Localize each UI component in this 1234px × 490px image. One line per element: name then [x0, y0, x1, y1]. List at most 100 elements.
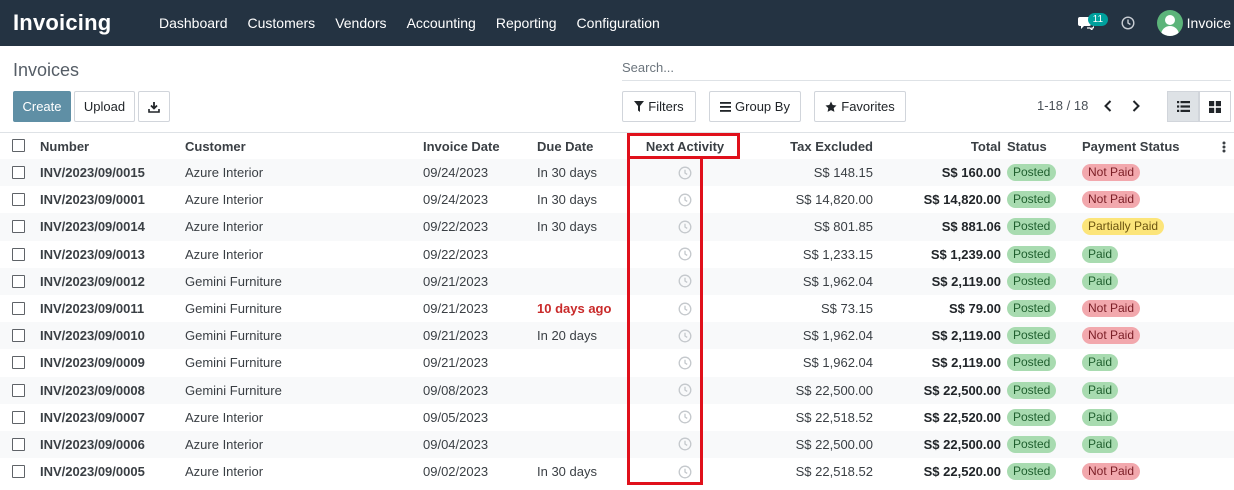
row-checkbox[interactable] [12, 274, 25, 288]
payment-status-badge: Not Paid [1082, 322, 1141, 349]
row-checkbox[interactable] [12, 356, 25, 370]
grid-icon [1209, 100, 1221, 113]
status-badge: Posted [1007, 404, 1057, 431]
row-checkbox[interactable] [12, 193, 25, 207]
payment-status-label: Partially Paid [1082, 218, 1165, 236]
customer-name: Gemini Furniture [185, 273, 282, 289]
payment-status-label: Not Paid [1082, 300, 1141, 318]
status-badge-label: Posted [1007, 272, 1057, 290]
status-badge: Posted [1007, 377, 1057, 404]
row-checkbox[interactable] [12, 410, 25, 424]
invoice-number: INV/2023/09/0007 [40, 409, 145, 425]
payment-status-badge: Not Paid [1082, 186, 1141, 213]
due-date: 10 days ago [537, 301, 612, 317]
column-header-due-date[interactable]: Due Date [537, 133, 593, 159]
customer-name: Azure Interior [185, 464, 264, 480]
create-button[interactable]: Create [13, 91, 71, 122]
payment-status-badge: Paid [1082, 404, 1119, 431]
customer-name: Azure Interior [185, 436, 264, 452]
kanban-view-button[interactable] [1199, 91, 1231, 122]
customer-name: Gemini Furniture [185, 301, 282, 317]
filters-button[interactable]: Filters [622, 91, 696, 122]
upload-button[interactable]: Upload [74, 91, 135, 122]
menu-vendors[interactable]: Vendors [335, 15, 386, 31]
menu-configuration[interactable]: Configuration [577, 15, 660, 31]
status-badge: Posted [1007, 213, 1057, 240]
payment-status-label: Not Paid [1082, 463, 1141, 481]
status-badge-label: Posted [1007, 218, 1057, 236]
menu-customers[interactable]: Customers [248, 15, 316, 31]
view-switcher [1167, 91, 1231, 122]
row-checkbox[interactable] [12, 329, 25, 343]
table-row[interactable]: INV/2023/09/0013 Azure Interior 09/22/2023… [0, 241, 1234, 268]
table-row[interactable]: INV/2023/09/0012 Gemini Furniture 09/21/20… [0, 267, 1234, 295]
favorites-button[interactable]: Favorites [814, 91, 906, 122]
chevron-left-icon[interactable] [1103, 100, 1113, 112]
menu-dashboard[interactable]: Dashboard [159, 15, 228, 31]
status-badge-label: Posted [1007, 435, 1057, 453]
messaging-menu[interactable]: 11 [1072, 0, 1112, 46]
row-checkbox[interactable] [12, 301, 25, 315]
table-row[interactable]: INV/2023/09/0009 Gemini Furniture 09/21/20… [0, 349, 1234, 376]
column-header-total[interactable]: Total [873, 133, 1001, 159]
table-row[interactable]: INV/2023/09/0008 Gemini Furniture 09/08/20… [0, 376, 1234, 404]
payment-status-label: Paid [1082, 245, 1119, 263]
payment-status-label: Paid [1082, 435, 1119, 453]
table-row[interactable]: INV/2023/09/0015 Azure Interior 09/24/2023… [0, 159, 1234, 187]
app-title[interactable]: Invoicing [13, 10, 159, 36]
status-badge-label: Posted [1007, 245, 1057, 263]
payment-status-label: Paid [1082, 381, 1119, 399]
row-checkbox[interactable] [12, 220, 25, 234]
row-checkbox[interactable] [12, 247, 25, 261]
total-amount: S$ 881.06 [941, 219, 1001, 235]
table-row[interactable]: INV/2023/09/0014 Azure Interior 09/22/2023… [0, 213, 1234, 241]
menu-accounting[interactable]: Accounting [407, 15, 476, 31]
customer-name: Azure Interior [185, 409, 264, 425]
column-header-status[interactable]: Status [1007, 133, 1047, 159]
chevron-right-icon[interactable] [1131, 100, 1141, 112]
tax-excluded-amount: S$ 14,820.00 [795, 192, 873, 208]
menu-reporting[interactable]: Reporting [496, 15, 557, 31]
column-header-invoice-date[interactable]: Invoice Date [423, 133, 500, 159]
invoice-number: INV/2023/09/0011 [40, 301, 145, 317]
search-input[interactable] [622, 60, 1231, 75]
payment-status-badge: Paid [1082, 241, 1119, 268]
total-amount: S$ 22,520.00 [923, 464, 1001, 480]
column-header-tax-excluded[interactable]: Tax Excluded [740, 133, 873, 159]
table-row[interactable]: INV/2023/09/0005 Azure Interior 09/02/2023… [0, 458, 1234, 485]
invoice-date: 09/21/2023 [423, 355, 489, 371]
table-row[interactable]: INV/2023/09/0011 Gemini Furniture 09/21/20… [0, 295, 1234, 322]
status-badge: Posted [1007, 295, 1057, 322]
invoice-number: INV/2023/09/0008 [40, 382, 145, 398]
column-header-payment-status[interactable]: Payment Status [1082, 133, 1180, 159]
row-checkbox[interactable] [12, 166, 25, 179]
invoice-date: 09/21/2023 [423, 273, 489, 289]
download-icon [148, 101, 160, 113]
column-header-customer[interactable]: Customer [185, 133, 246, 159]
customer-name: Azure Interior [185, 219, 264, 235]
main-menu: Dashboard Customers Vendors Accounting R… [159, 0, 680, 46]
due-date: In 20 days [537, 328, 597, 344]
table-row[interactable]: INV/2023/09/0006 Azure Interior 09/04/2023… [0, 430, 1234, 459]
status-badge-label: Posted [1007, 381, 1057, 399]
select-all-checkbox[interactable] [12, 139, 25, 152]
row-checkbox[interactable] [12, 465, 25, 479]
export-button[interactable] [138, 91, 170, 122]
tax-excluded-amount: S$ 22,518.52 [795, 409, 873, 425]
status-badge-label: Posted [1007, 191, 1057, 209]
payment-status-label: Paid [1082, 408, 1119, 426]
table-row[interactable]: INV/2023/09/0010 Gemini Furniture 09/21/20… [0, 322, 1234, 350]
activity-menu[interactable] [1112, 0, 1152, 46]
pager-value[interactable]: 1-18 / 18 [1037, 98, 1088, 113]
table-row[interactable]: INV/2023/09/0001 Azure Interior 09/24/2023… [0, 186, 1234, 213]
table-row[interactable]: INV/2023/09/0007 Azure Interior 09/05/2023… [0, 404, 1234, 431]
status-badge-label: Posted [1007, 327, 1057, 345]
column-header-number[interactable]: Number [40, 133, 89, 159]
optional-columns-icon[interactable] [1222, 141, 1226, 153]
row-checkbox[interactable] [12, 437, 25, 451]
user-menu[interactable]: Invoice [1156, 0, 1234, 46]
row-checkbox[interactable] [12, 383, 25, 397]
tax-excluded-amount: S$ 1,962.04 [802, 355, 873, 371]
group-by-button[interactable]: Group By [709, 91, 801, 122]
list-view-button[interactable] [1167, 91, 1199, 122]
